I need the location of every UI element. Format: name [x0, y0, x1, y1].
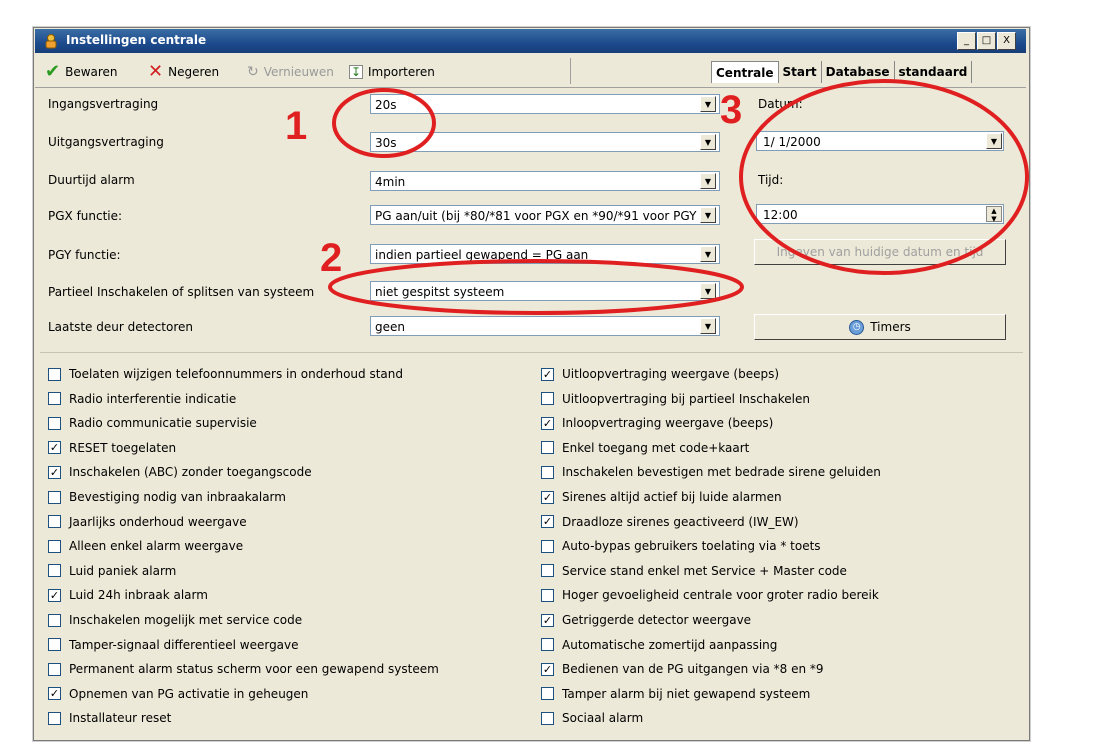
annotation-number-2: 2 — [320, 236, 343, 280]
annotation-ellipse-3 — [739, 79, 1029, 275]
annotation-overlay — [328, 79, 1029, 315]
annotation-number-3: 3 — [720, 88, 743, 132]
annotation-number-1: 1 — [285, 104, 308, 148]
annotation-ellipse-1 — [332, 88, 436, 158]
annotation-ellipse-2 — [328, 259, 744, 315]
